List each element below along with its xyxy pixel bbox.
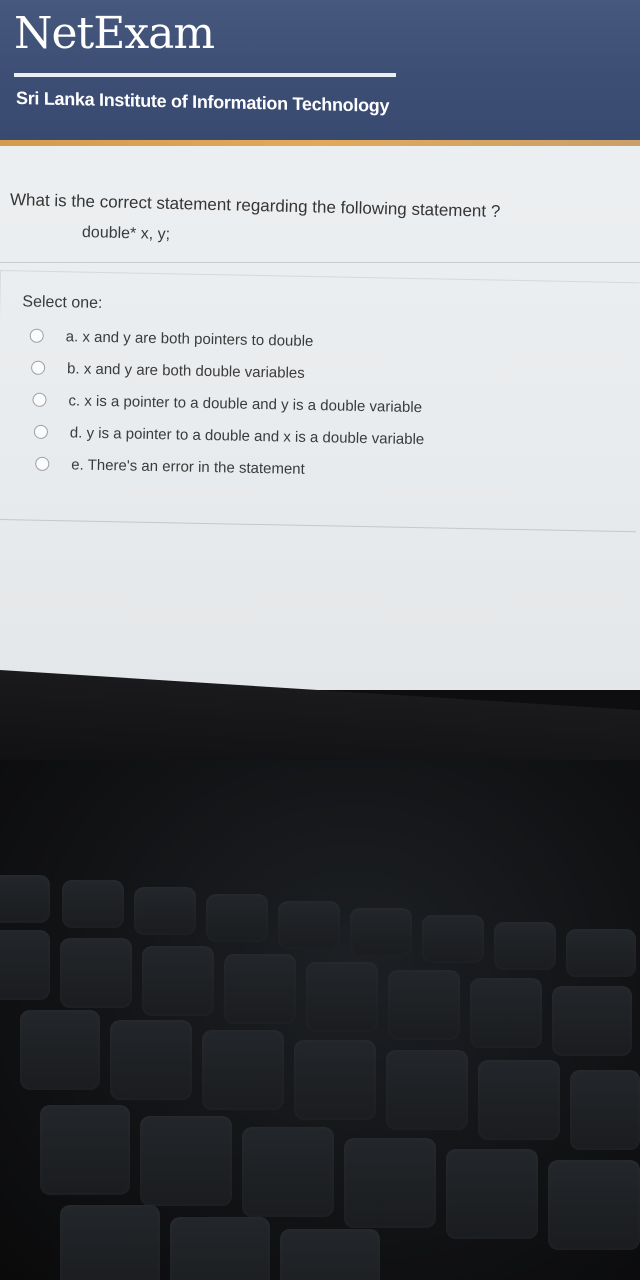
- header-banner: NetExam Sri Lanka Institute of Informati…: [0, 0, 640, 142]
- keyboard-key: [478, 1060, 560, 1140]
- keyboard-key: [294, 1040, 376, 1120]
- screen: NetExam Sri Lanka Institute of Informati…: [0, 0, 640, 690]
- laptop-keyboard: [0, 760, 640, 1280]
- keyboard-key: [60, 938, 132, 1008]
- radio-button[interactable]: [32, 392, 47, 407]
- keyboard-key: [110, 1020, 192, 1100]
- keyboard-key: [570, 1070, 640, 1150]
- option-label[interactable]: b. x and y are both double variables: [67, 360, 305, 382]
- keyboard-key: [202, 1030, 284, 1110]
- option-label[interactable]: a. x and y are both pointers to double: [66, 328, 314, 350]
- keyboard-key: [548, 1160, 640, 1250]
- keyboard-key: [134, 887, 196, 935]
- keyboard-key: [140, 1116, 232, 1206]
- institute-name: Sri Lanka Institute of Information Techn…: [16, 88, 390, 116]
- keyboard-key: [350, 908, 412, 956]
- keyboard-key: [0, 875, 50, 923]
- radio-button[interactable]: [33, 424, 49, 439]
- keyboard-key: [20, 1010, 100, 1090]
- keyboard-key: [60, 1205, 160, 1280]
- option-a[interactable]: a. x and y are both pointers to double: [29, 324, 314, 353]
- option-label[interactable]: c. x is a pointer to a double and y is a…: [68, 392, 422, 416]
- keyboard-key: [386, 1050, 468, 1130]
- keyboard-key: [224, 954, 296, 1024]
- keyboard-key: [388, 970, 460, 1040]
- keyboard-key: [206, 894, 268, 942]
- question-code: double* x, y;: [81, 224, 171, 244]
- keyboard-key: [552, 986, 632, 1056]
- select-one-label: Select one:: [22, 293, 103, 312]
- logo-divider: [14, 73, 396, 77]
- option-label[interactable]: d. y is a pointer to a double and x is a…: [70, 424, 425, 448]
- keyboard-key: [170, 1217, 270, 1280]
- keyboard-key: [566, 929, 636, 977]
- question-text: What is the correct statement regarding …: [9, 190, 501, 221]
- keyboard-key: [344, 1138, 436, 1228]
- question-text-box: What is the correct statement regarding …: [0, 160, 640, 263]
- answer-box: Select one: a. x and y are both pointers…: [0, 270, 640, 533]
- option-c[interactable]: c. x is a pointer to a double and y is a…: [32, 388, 422, 419]
- keyboard-key: [62, 880, 124, 928]
- option-label[interactable]: e. There's an error in the statement: [71, 456, 305, 477]
- keyboard-key: [0, 930, 50, 1000]
- radio-button[interactable]: [30, 360, 46, 375]
- option-e[interactable]: e. There's an error in the statement: [35, 452, 305, 481]
- keyboard-key: [494, 922, 556, 970]
- option-b[interactable]: b. x and y are both double variables: [30, 356, 305, 385]
- keyboard-key: [142, 946, 214, 1016]
- radio-button[interactable]: [35, 456, 50, 471]
- keyboard-key: [306, 962, 378, 1032]
- question-content: What is the correct statement regarding …: [0, 146, 640, 690]
- option-d[interactable]: d. y is a pointer to a double and x is a…: [33, 420, 425, 451]
- keyboard-key: [422, 915, 484, 963]
- keyboard-key: [280, 1229, 380, 1280]
- radio-button[interactable]: [29, 328, 44, 343]
- keyboard-key: [242, 1127, 334, 1217]
- keyboard-key: [40, 1105, 130, 1195]
- keyboard-key: [446, 1149, 538, 1239]
- keyboard-key: [278, 901, 340, 949]
- keyboard-key: [470, 978, 542, 1048]
- netexam-logo[interactable]: NetExam: [14, 12, 215, 56]
